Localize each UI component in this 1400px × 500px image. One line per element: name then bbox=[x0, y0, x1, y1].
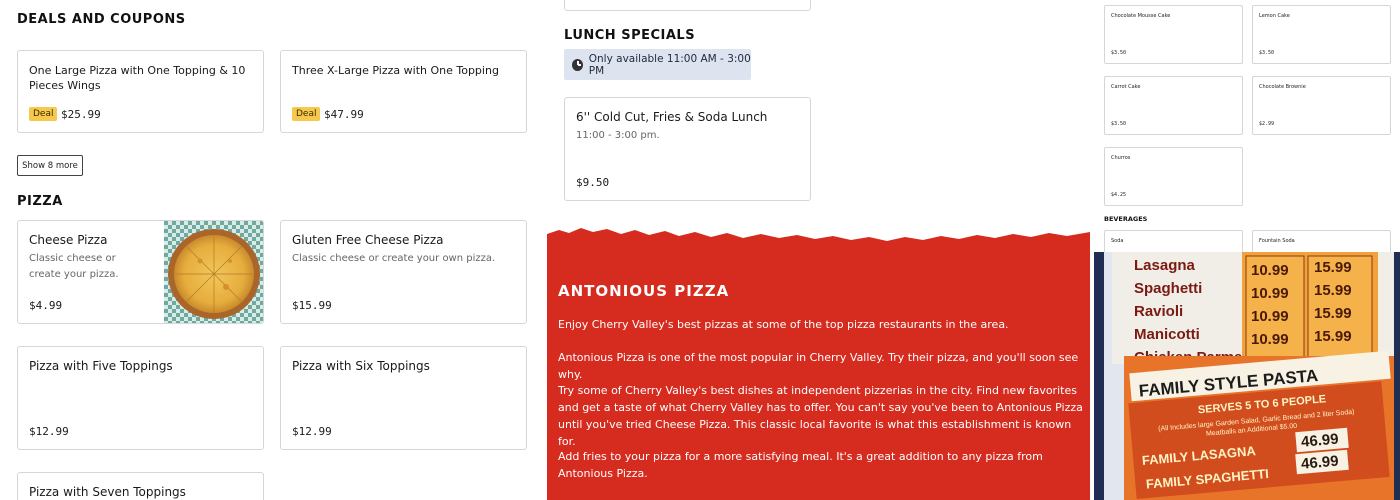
show-more-button[interactable]: Show 8 more bbox=[17, 155, 83, 176]
item-title: Fountain Soda bbox=[1259, 238, 1295, 244]
menu-item-cheese-pizza[interactable]: Cheese Pizza Classic cheese or create yo… bbox=[17, 220, 264, 324]
notice-text: Only available 11:00 AM - 3:00 PM bbox=[588, 52, 751, 77]
dessert-item[interactable]: Churros $4.25 bbox=[1104, 147, 1243, 206]
promo-paragraph-3: Try some of Cherry Valley's best dishes … bbox=[558, 384, 1083, 448]
menu-board-photo: Lasagna Spaghetti Ravioli Manicotti Chic… bbox=[1094, 252, 1400, 500]
board-dish-name: Lasagna bbox=[1134, 257, 1196, 274]
deal-card-2[interactable]: Three X-Large Pizza with One Topping Dea… bbox=[280, 50, 527, 133]
lunch-availability-notice: Only available 11:00 AM - 3:00 PM bbox=[564, 49, 751, 80]
menu-item-five-toppings[interactable]: Pizza with Five Toppings $12.99 bbox=[17, 346, 264, 450]
item-title: 6'' Cold Cut, Fries & Soda Lunch bbox=[576, 110, 768, 124]
board-dish-name: Ravioli bbox=[1134, 303, 1183, 320]
item-price: $9.50 bbox=[576, 176, 610, 189]
item-price: $2.99 bbox=[1259, 121, 1275, 127]
board-price: 10.99 bbox=[1251, 331, 1289, 348]
dessert-item[interactable]: Chocolate Mousse Cake $3.50 bbox=[1104, 5, 1243, 64]
item-title: Churros bbox=[1111, 155, 1131, 161]
lunch-heading: LUNCH SPECIALS bbox=[564, 28, 696, 43]
board-dish-name: Spaghetti bbox=[1134, 280, 1202, 297]
item-title: Pizza with Five Toppings bbox=[29, 359, 173, 373]
board-price: 15.99 bbox=[1314, 328, 1352, 345]
pizza-heading: PIZZA bbox=[17, 194, 63, 209]
menu-item-lunch-special[interactable]: 6'' Cold Cut, Fries & Soda Lunch 11:00 -… bbox=[564, 97, 811, 201]
item-title: Soda bbox=[1111, 238, 1124, 244]
item-price: $15.99 bbox=[292, 299, 332, 312]
deal-price: $25.99 bbox=[61, 108, 101, 121]
promo-paragraph-4: Add fries to your pizza for a more satis… bbox=[558, 450, 1043, 480]
promo-paragraph-2: Antonious Pizza is one of the most popul… bbox=[558, 351, 1079, 381]
item-description: 11:00 - 3:00 pm. bbox=[576, 130, 660, 141]
item-title: Carrot Cake bbox=[1111, 84, 1141, 90]
board-family-price: 46.99 bbox=[1300, 431, 1339, 451]
item-price: $3.50 bbox=[1111, 50, 1127, 56]
item-description: Classic cheese or create your pizza. bbox=[29, 253, 119, 280]
board-price: 10.99 bbox=[1251, 285, 1289, 302]
item-title: Lemon Cake bbox=[1259, 13, 1290, 19]
board-price: 15.99 bbox=[1314, 305, 1352, 322]
item-title: Chocolate Mousse Cake bbox=[1111, 13, 1171, 19]
item-price: $12.99 bbox=[292, 425, 332, 438]
item-price: $4.99 bbox=[29, 299, 63, 312]
menu-item-gluten-free-pizza[interactable]: Gluten Free Cheese Pizza Classic cheese … bbox=[280, 220, 527, 324]
promo-title: ANTONIOUS PIZZA bbox=[558, 282, 730, 300]
item-price: $3.50 bbox=[1111, 121, 1127, 127]
deals-heading: DEALS AND COUPONS bbox=[17, 12, 186, 27]
item-title: Chocolate Brownie bbox=[1259, 84, 1306, 90]
clock-icon bbox=[572, 58, 583, 71]
board-dish-name: Manicotti bbox=[1134, 326, 1200, 343]
dessert-item[interactable]: Lemon Cake $3.50 bbox=[1252, 5, 1391, 64]
deal-price: $47.99 bbox=[324, 108, 364, 121]
deal-title: Three X-Large Pizza with One Topping bbox=[292, 64, 499, 77]
item-title: Cheese Pizza bbox=[29, 233, 108, 247]
item-description: Classic cheese or create your own pizza. bbox=[292, 253, 496, 264]
deal-title: One Large Pizza with One Topping & 10 Pi… bbox=[29, 64, 246, 92]
cheese-pizza-photo bbox=[164, 221, 263, 323]
deal-badge: Deal bbox=[292, 107, 321, 121]
deal-card-1[interactable]: One Large Pizza with One Topping & 10 Pi… bbox=[17, 50, 264, 133]
board-price: 15.99 bbox=[1314, 259, 1352, 276]
menu-item-six-toppings[interactable]: Pizza with Six Toppings $12.99 bbox=[280, 346, 527, 450]
board-price: 10.99 bbox=[1251, 262, 1289, 279]
menu-item-partial[interactable] bbox=[564, 0, 811, 11]
board-price: 10.99 bbox=[1251, 308, 1289, 325]
item-title: Gluten Free Cheese Pizza bbox=[292, 233, 444, 247]
beverages-heading: BEVERAGES bbox=[1104, 215, 1148, 223]
deal-badge: Deal bbox=[29, 107, 58, 121]
board-price: 15.99 bbox=[1314, 282, 1352, 299]
restaurant-about-panel: ANTONIOUS PIZZA Enjoy Cherry Valley's be… bbox=[547, 226, 1090, 500]
item-price: $12.99 bbox=[29, 425, 69, 438]
item-price: $3.50 bbox=[1259, 50, 1275, 56]
board-family-price: 46.99 bbox=[1300, 453, 1339, 473]
promo-paragraph-1: Enjoy Cherry Valley's best pizzas at som… bbox=[558, 318, 1009, 331]
item-title: Pizza with Seven Toppings bbox=[29, 485, 186, 499]
dessert-item[interactable]: Chocolate Brownie $2.99 bbox=[1252, 76, 1391, 135]
item-title: Pizza with Six Toppings bbox=[292, 359, 430, 373]
dessert-item[interactable]: Carrot Cake $3.50 bbox=[1104, 76, 1243, 135]
item-price: $4.25 bbox=[1111, 192, 1127, 198]
menu-item-seven-toppings[interactable]: Pizza with Seven Toppings bbox=[17, 472, 264, 500]
